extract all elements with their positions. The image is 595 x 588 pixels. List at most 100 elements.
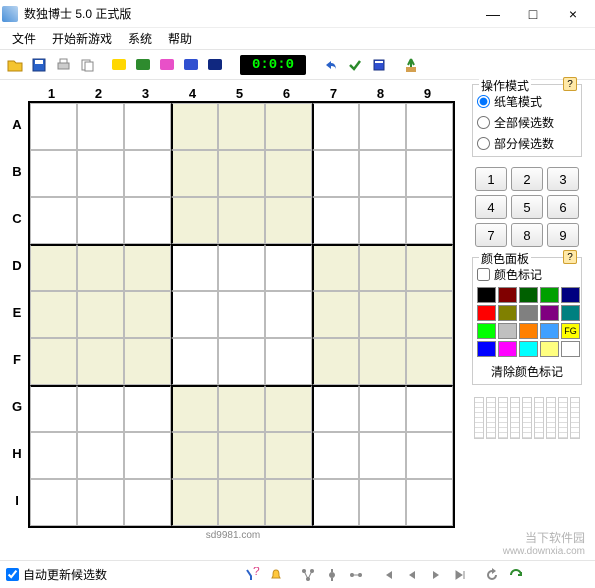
slider-9[interactable] <box>570 397 580 439</box>
cell[interactable] <box>359 432 406 479</box>
cell[interactable] <box>124 432 171 479</box>
cell[interactable] <box>77 197 124 244</box>
cell[interactable] <box>359 150 406 197</box>
cell[interactable] <box>406 291 453 338</box>
cell[interactable] <box>265 479 312 526</box>
cell[interactable] <box>265 338 312 385</box>
check-icon[interactable] <box>344 54 366 76</box>
rotate-icon[interactable] <box>481 564 503 586</box>
cell[interactable] <box>171 244 218 291</box>
color-skyblue[interactable] <box>540 323 559 339</box>
sudoku-grid[interactable] <box>28 101 455 528</box>
copy-icon[interactable] <box>76 54 98 76</box>
cell[interactable] <box>124 291 171 338</box>
cell[interactable] <box>77 432 124 479</box>
cell[interactable] <box>312 385 359 432</box>
cell[interactable] <box>406 197 453 244</box>
cell[interactable] <box>265 291 312 338</box>
cell[interactable] <box>406 103 453 150</box>
cell[interactable] <box>77 103 124 150</box>
color-red[interactable] <box>477 305 496 321</box>
cell[interactable] <box>218 150 265 197</box>
color-filter-yellow[interactable] <box>108 54 130 76</box>
color-blue[interactable] <box>477 341 496 357</box>
cell[interactable] <box>218 103 265 150</box>
slider-1[interactable] <box>474 397 484 439</box>
num-1[interactable]: 1 <box>475 167 507 191</box>
branch-icon[interactable] <box>297 564 319 586</box>
cell[interactable] <box>171 150 218 197</box>
cell[interactable] <box>359 197 406 244</box>
last-icon[interactable] <box>449 564 471 586</box>
color-orange[interactable] <box>519 323 538 339</box>
palm-icon[interactable] <box>400 54 422 76</box>
num-2[interactable]: 2 <box>511 167 543 191</box>
cell[interactable] <box>30 103 77 150</box>
cell[interactable] <box>312 150 359 197</box>
cell[interactable] <box>265 385 312 432</box>
cell[interactable] <box>265 244 312 291</box>
color-navy[interactable] <box>561 287 580 303</box>
mode-help-icon[interactable]: ? <box>563 77 577 91</box>
color-black[interactable] <box>477 287 496 303</box>
cell[interactable] <box>171 103 218 150</box>
cell[interactable] <box>218 338 265 385</box>
slider-6[interactable] <box>534 397 544 439</box>
menu-newgame[interactable]: 开始新游戏 <box>44 28 120 49</box>
cell[interactable] <box>30 338 77 385</box>
mode-all[interactable]: 全部候选数 <box>477 114 577 131</box>
color-purple[interactable] <box>540 305 559 321</box>
print-icon[interactable] <box>52 54 74 76</box>
cell[interactable] <box>124 150 171 197</box>
cell[interactable] <box>30 432 77 479</box>
commit-icon[interactable] <box>321 564 343 586</box>
color-silver[interactable] <box>498 323 517 339</box>
slider-8[interactable] <box>558 397 568 439</box>
cell[interactable] <box>406 244 453 291</box>
color-filter-blue[interactable] <box>180 54 202 76</box>
menu-system[interactable]: 系统 <box>120 28 160 49</box>
cell[interactable] <box>406 479 453 526</box>
mode-pen[interactable]: 纸笔模式 <box>477 93 577 110</box>
color-darkgreen[interactable] <box>519 287 538 303</box>
cell[interactable] <box>312 432 359 479</box>
cell[interactable] <box>77 244 124 291</box>
num-8[interactable]: 8 <box>511 223 543 247</box>
cell[interactable] <box>218 244 265 291</box>
cell[interactable] <box>30 479 77 526</box>
connect-icon[interactable] <box>345 564 367 586</box>
menu-file[interactable]: 文件 <box>4 28 44 49</box>
color-teal[interactable] <box>561 305 580 321</box>
cell[interactable] <box>218 385 265 432</box>
cell[interactable] <box>171 385 218 432</box>
cell[interactable] <box>124 479 171 526</box>
cell[interactable] <box>171 291 218 338</box>
slider-3[interactable] <box>498 397 508 439</box>
cell[interactable] <box>359 103 406 150</box>
color-white[interactable] <box>561 341 580 357</box>
cell[interactable] <box>171 479 218 526</box>
book-icon[interactable] <box>368 54 390 76</box>
cell[interactable] <box>77 385 124 432</box>
slider-5[interactable] <box>522 397 532 439</box>
color-green[interactable] <box>540 287 559 303</box>
cell[interactable] <box>406 338 453 385</box>
cell[interactable] <box>265 103 312 150</box>
save-icon[interactable] <box>28 54 50 76</box>
cell[interactable] <box>124 338 171 385</box>
cell[interactable] <box>406 385 453 432</box>
color-filter-pink[interactable] <box>156 54 178 76</box>
cell[interactable] <box>77 291 124 338</box>
cell[interactable] <box>30 385 77 432</box>
color-magenta[interactable] <box>498 341 517 357</box>
cell[interactable] <box>77 479 124 526</box>
cell[interactable] <box>77 338 124 385</box>
color-fg[interactable]: FG <box>561 323 580 339</box>
cell[interactable] <box>312 479 359 526</box>
cell[interactable] <box>218 479 265 526</box>
undo-icon[interactable] <box>320 54 342 76</box>
cell[interactable] <box>171 432 218 479</box>
clear-color-button[interactable]: 清除颜色标记 <box>477 363 577 380</box>
slider-4[interactable] <box>510 397 520 439</box>
num-6[interactable]: 6 <box>547 195 579 219</box>
